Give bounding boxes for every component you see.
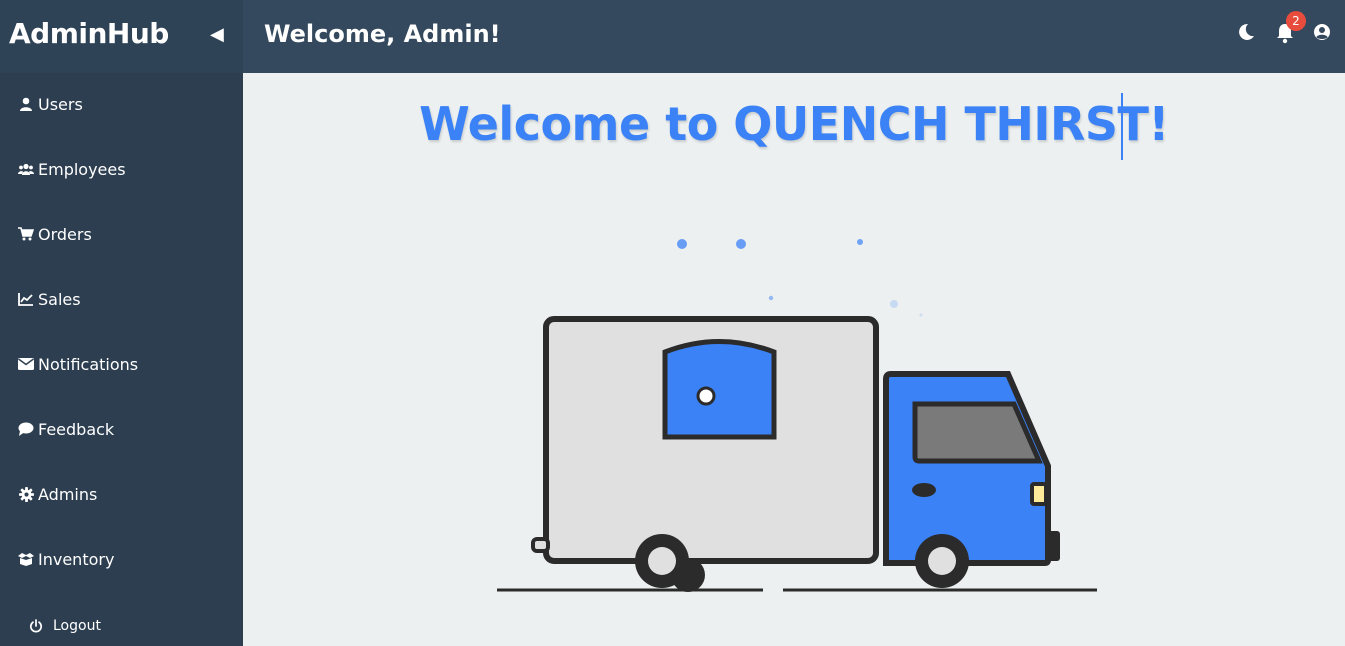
user-circle-icon[interactable] — [1313, 22, 1331, 46]
sidebar-item-notifications[interactable]: Notifications — [18, 352, 138, 376]
sidebar-item-label: Inventory — [38, 549, 115, 569]
chart-line-icon — [18, 291, 34, 307]
box-open-icon — [18, 551, 34, 567]
sidebar-item-inventory[interactable]: Inventory — [18, 547, 114, 571]
header-welcome: Welcome, Admin! — [264, 20, 501, 48]
moon-icon[interactable] — [1236, 22, 1256, 46]
sidebar-item-label: Admins — [38, 484, 98, 504]
sidebar-item-label: Users — [38, 94, 83, 114]
sidebar-item-users[interactable]: Users — [18, 92, 83, 116]
sidebar-item-label: Notifications — [38, 354, 139, 374]
users-group-icon — [18, 161, 34, 177]
brand-logo: AdminHub — [9, 17, 169, 50]
sidebar-item-label: Orders — [38, 224, 92, 244]
brand-area: AdminHub ◀ — [0, 0, 243, 73]
cart-icon — [18, 226, 34, 242]
notification-count-badge: 2 — [1286, 11, 1306, 31]
main-content: Welcome to QUENCH THIRST! — [243, 73, 1345, 646]
sidebar-item-label: Employees — [38, 159, 126, 179]
sidebar-item-label: Feedback — [38, 419, 115, 439]
logout-button[interactable]: Logout — [28, 614, 101, 638]
sidebar-item-employees[interactable]: Employees — [18, 157, 126, 181]
sidebar-item-label: Sales — [38, 289, 81, 309]
envelope-icon — [18, 356, 34, 372]
top-bar: AdminHub ◀ Welcome, Admin! 2 — [0, 0, 1345, 73]
gear-icon — [18, 486, 34, 502]
comment-icon — [18, 421, 34, 437]
user-icon — [18, 96, 34, 112]
power-icon — [28, 618, 44, 634]
logout-label: Logout — [53, 618, 101, 634]
sidebar-toggle-button[interactable]: ◀ — [210, 24, 224, 45]
delivery-truck-illustration — [497, 239, 1097, 592]
sidebar-item-admins[interactable]: Admins — [18, 482, 97, 506]
sidebar-item-feedback[interactable]: Feedback — [18, 417, 114, 441]
sidebar: Users Employees Orders Sales Notificatio… — [0, 73, 243, 646]
sidebar-item-orders[interactable]: Orders — [18, 222, 92, 246]
sidebar-item-sales[interactable]: Sales — [18, 287, 81, 311]
